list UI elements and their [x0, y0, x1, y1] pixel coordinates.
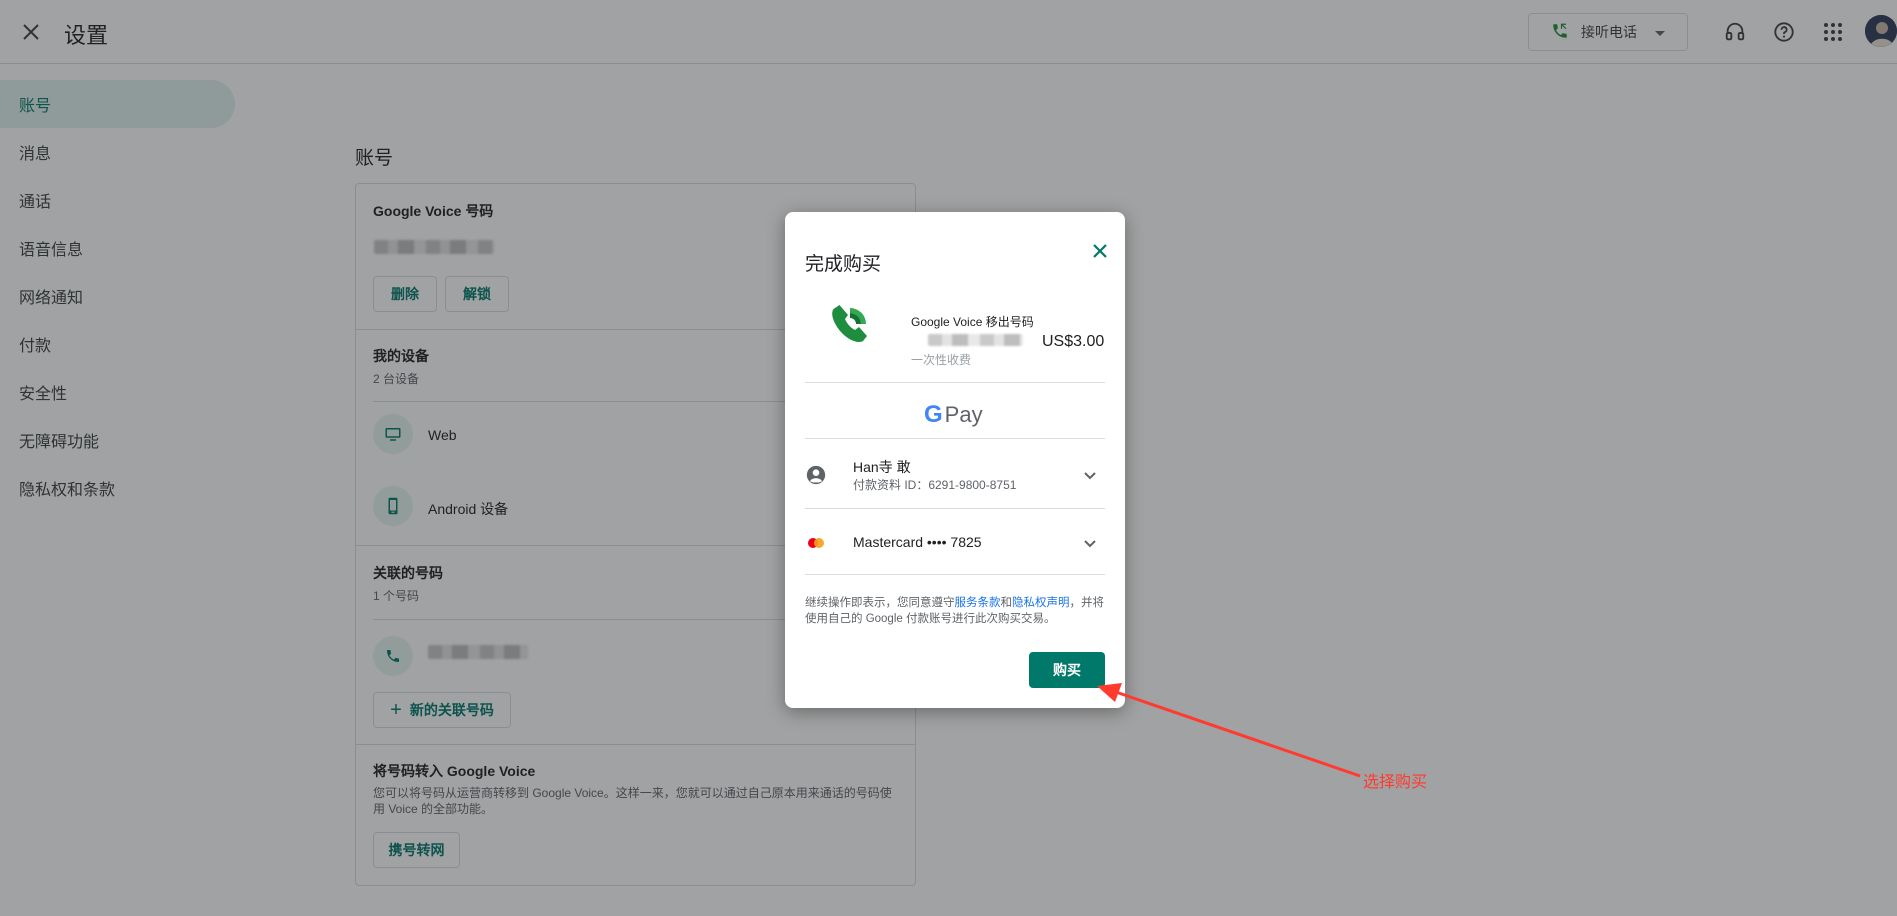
- product-name: Google Voice 移出号码: [911, 315, 1034, 329]
- google-pay-logo: G Pay: [924, 401, 983, 429]
- payment-profile-name: Han寺 敢: [853, 459, 911, 475]
- buy-button[interactable]: 购买: [1029, 652, 1105, 688]
- product-price: US$3.00: [1042, 333, 1105, 350]
- terms-of-service-link[interactable]: 服务条款: [955, 597, 1001, 609]
- divider: [805, 438, 1105, 439]
- close-icon[interactable]: [1088, 239, 1112, 263]
- divider: [805, 508, 1105, 509]
- chevron-down-icon[interactable]: [1082, 467, 1098, 483]
- annotation-label: 选择购买: [1363, 774, 1428, 791]
- google-g-icon: G: [924, 401, 943, 428]
- privacy-notice-link[interactable]: 隐私权声明: [1012, 597, 1070, 609]
- product-billing-type: 一次性收费: [911, 353, 972, 367]
- divider: [805, 382, 1105, 383]
- dialog-title: 完成购买: [805, 254, 882, 275]
- redacted-product-number: [928, 334, 1023, 346]
- mastercard-icon: [805, 532, 827, 554]
- divider: [805, 574, 1105, 575]
- pay-text: Pay: [944, 402, 983, 427]
- chevron-down-icon[interactable]: [1082, 535, 1098, 551]
- terms-and: 和: [1000, 597, 1013, 609]
- google-voice-logo-icon: [828, 302, 872, 346]
- payment-card: Mastercard •••• 7825: [853, 534, 982, 550]
- account-circle-icon: [805, 464, 827, 486]
- terms-text: 继续操作即表示，您同意遵守服务条款和隐私权声明，并将使用自己的 Google 付…: [805, 595, 1110, 627]
- terms-prefix: 继续操作即表示，您同意遵守: [805, 597, 955, 609]
- purchase-dialog: 完成购买 Google Voice 移出号码 一次性收费 US$3.00 G P…: [785, 212, 1125, 708]
- payment-profile-id: 付款资料 ID：6291-9800-8751: [853, 478, 1017, 492]
